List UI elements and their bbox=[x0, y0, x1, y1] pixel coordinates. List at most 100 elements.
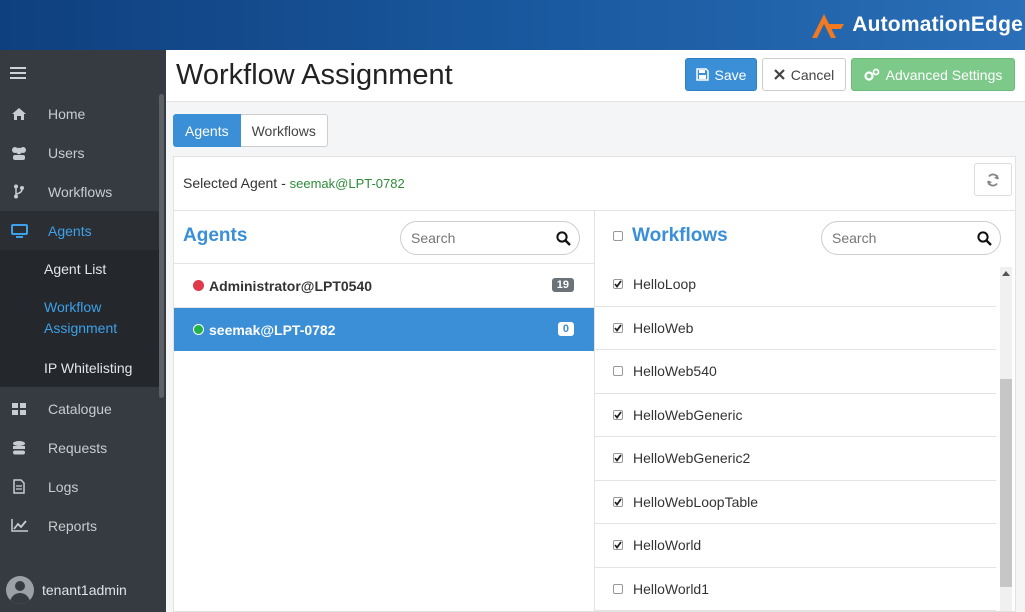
workflow-checkbox[interactable] bbox=[613, 279, 623, 290]
workflows-search-input[interactable] bbox=[832, 222, 972, 254]
sidebar-item-label: Users bbox=[48, 144, 85, 161]
top-bar: AutomationEdge bbox=[0, 0, 1025, 50]
view-tabs: Agents Workflows bbox=[173, 114, 328, 147]
page-title: Workflow Assignment bbox=[176, 59, 453, 91]
status-online-icon bbox=[193, 324, 204, 335]
workflow-row[interactable]: HelloWeb540 bbox=[595, 350, 996, 394]
select-all-checkbox[interactable] bbox=[613, 231, 623, 241]
tab-agents[interactable]: Agents bbox=[173, 114, 241, 147]
check-icon bbox=[614, 541, 622, 550]
workflow-name: HelloLoop bbox=[633, 276, 697, 293]
submenu-agent-list[interactable]: Agent List bbox=[0, 250, 159, 289]
save-button-label: Save bbox=[714, 66, 747, 83]
workflow-checkbox[interactable] bbox=[613, 453, 623, 464]
workflow-list: HelloLoop HelloWeb HelloWeb540 HelloWebGene… bbox=[595, 263, 996, 611]
advanced-settings-button[interactable]: Advanced Settings bbox=[851, 58, 1015, 91]
save-button[interactable]: Save bbox=[685, 58, 757, 91]
cancel-button-label: Cancel bbox=[790, 66, 835, 83]
monitor-icon bbox=[0, 223, 48, 238]
sidebar-item-label: Workflows bbox=[48, 183, 113, 200]
workflow-count-badge: 0 bbox=[557, 322, 574, 336]
agent-row[interactable]: seemak@LPT-0782 0 bbox=[174, 307, 594, 351]
workflow-row[interactable]: HelloWorld1 bbox=[595, 568, 996, 611]
selected-agent-value: seemak@LPT-0782 bbox=[289, 176, 405, 191]
chart-icon bbox=[0, 519, 48, 532]
workflow-row[interactable]: HelloWebGeneric bbox=[595, 394, 996, 437]
cancel-button[interactable]: Cancel bbox=[762, 58, 846, 91]
workflow-name: HelloWeb bbox=[633, 319, 694, 336]
agents-search-input[interactable] bbox=[411, 222, 551, 254]
agent-row[interactable]: Administrator@LPT0540 19 bbox=[174, 263, 594, 307]
agents-search[interactable] bbox=[400, 221, 580, 255]
brand-logo: AutomationEdge bbox=[810, 6, 1023, 44]
submenu-label-line1: Workflow bbox=[44, 299, 102, 315]
workflow-checkbox[interactable] bbox=[613, 409, 623, 420]
submenu-ip-whitelisting[interactable]: IP Whitelisting bbox=[0, 349, 159, 388]
advanced-settings-label: Advanced Settings bbox=[885, 66, 1003, 83]
workflow-row[interactable]: HelloWorld bbox=[595, 524, 996, 568]
sidebar-item-logs[interactable]: Logs bbox=[0, 467, 159, 506]
scroll-thumb[interactable] bbox=[1000, 379, 1012, 587]
search-icon[interactable] bbox=[977, 231, 992, 246]
user-profile[interactable]: tenant1admin bbox=[6, 576, 127, 604]
agents-column: Agents Administrator@LPT0540 19 seemak@L… bbox=[174, 211, 595, 612]
agents-submenu: Agent List Workflow Assignment IP Whitel… bbox=[0, 250, 159, 387]
sidebar-item-workflows[interactable]: Workflows bbox=[0, 172, 159, 211]
selected-agent: Selected Agent - seemak@LPT-0782 bbox=[183, 175, 405, 191]
workflow-scrollbar[interactable] bbox=[1000, 267, 1012, 611]
workflow-row[interactable]: HelloWeb bbox=[595, 307, 996, 350]
sidebar-item-users[interactable]: Users bbox=[0, 133, 159, 172]
workflow-name: HelloWebLoopTable bbox=[633, 493, 759, 510]
sidebar-item-label: Home bbox=[48, 105, 86, 122]
workflow-row[interactable]: HelloLoop bbox=[595, 263, 996, 307]
check-icon bbox=[614, 454, 622, 463]
workflows-search[interactable] bbox=[821, 221, 1001, 255]
workflow-count-badge: 19 bbox=[551, 278, 574, 292]
agent-name: Administrator@LPT0540 bbox=[209, 277, 373, 294]
submenu-label-line2: Assignment bbox=[44, 320, 118, 336]
workflow-row[interactable]: HelloWebLoopTable bbox=[595, 481, 996, 524]
sidebar-item-label: Catalogue bbox=[48, 400, 112, 417]
check-icon bbox=[614, 280, 622, 289]
submenu-workflow-assignment[interactable]: Workflow Assignment bbox=[0, 289, 159, 349]
page-header: Workflow Assignment Save Cancel Advanced… bbox=[166, 50, 1025, 102]
workflow-checkbox[interactable] bbox=[613, 496, 623, 507]
workflows-title: Workflows bbox=[632, 225, 728, 246]
workflow-checkbox[interactable] bbox=[613, 366, 623, 377]
search-icon[interactable] bbox=[556, 231, 571, 246]
check-icon bbox=[614, 324, 622, 332]
refresh-button[interactable] bbox=[974, 163, 1012, 196]
refresh-icon bbox=[987, 173, 999, 186]
tab-workflows[interactable]: Workflows bbox=[240, 114, 328, 147]
sidebar-item-requests[interactable]: Requests bbox=[0, 428, 159, 467]
sidebar-item-label: Logs bbox=[48, 478, 79, 495]
save-icon bbox=[695, 68, 709, 81]
sidebar-item-catalogue[interactable]: Catalogue bbox=[0, 389, 159, 428]
status-offline-icon bbox=[193, 280, 204, 291]
agents-title: Agents bbox=[183, 225, 248, 246]
database-icon bbox=[0, 440, 48, 455]
file-icon bbox=[0, 479, 48, 494]
sidebar-scrollbar[interactable] bbox=[159, 94, 164, 398]
agent-name: seemak@LPT-0782 bbox=[209, 321, 336, 338]
workflow-icon bbox=[0, 184, 48, 199]
main-content: Workflow Assignment Save Cancel Advanced… bbox=[166, 50, 1025, 612]
sidebar-item-agents[interactable]: Agents bbox=[0, 211, 159, 250]
workflow-row[interactable]: HelloWebGeneric2 bbox=[595, 437, 996, 481]
brand-logo-icon bbox=[812, 14, 845, 38]
workflow-checkbox[interactable] bbox=[613, 540, 623, 551]
scroll-up-icon[interactable] bbox=[1000, 269, 1012, 279]
users-icon bbox=[0, 146, 48, 160]
user-name: tenant1admin bbox=[42, 582, 127, 598]
hamburger-menu-icon[interactable] bbox=[10, 67, 26, 82]
workflow-name: HelloWebGeneric bbox=[633, 406, 743, 423]
grid-icon bbox=[0, 402, 48, 415]
workflow-checkbox[interactable] bbox=[613, 583, 623, 594]
sidebar-item-home[interactable]: Home bbox=[0, 94, 159, 133]
check-icon bbox=[614, 411, 622, 419]
workflow-checkbox[interactable] bbox=[613, 322, 623, 333]
sidebar-item-reports[interactable]: Reports bbox=[0, 506, 159, 545]
gears-icon bbox=[864, 68, 880, 81]
workflow-name: HelloWebGeneric2 bbox=[633, 450, 751, 467]
assignment-panel: Selected Agent - seemak@LPT-0782 Agents … bbox=[173, 156, 1016, 612]
